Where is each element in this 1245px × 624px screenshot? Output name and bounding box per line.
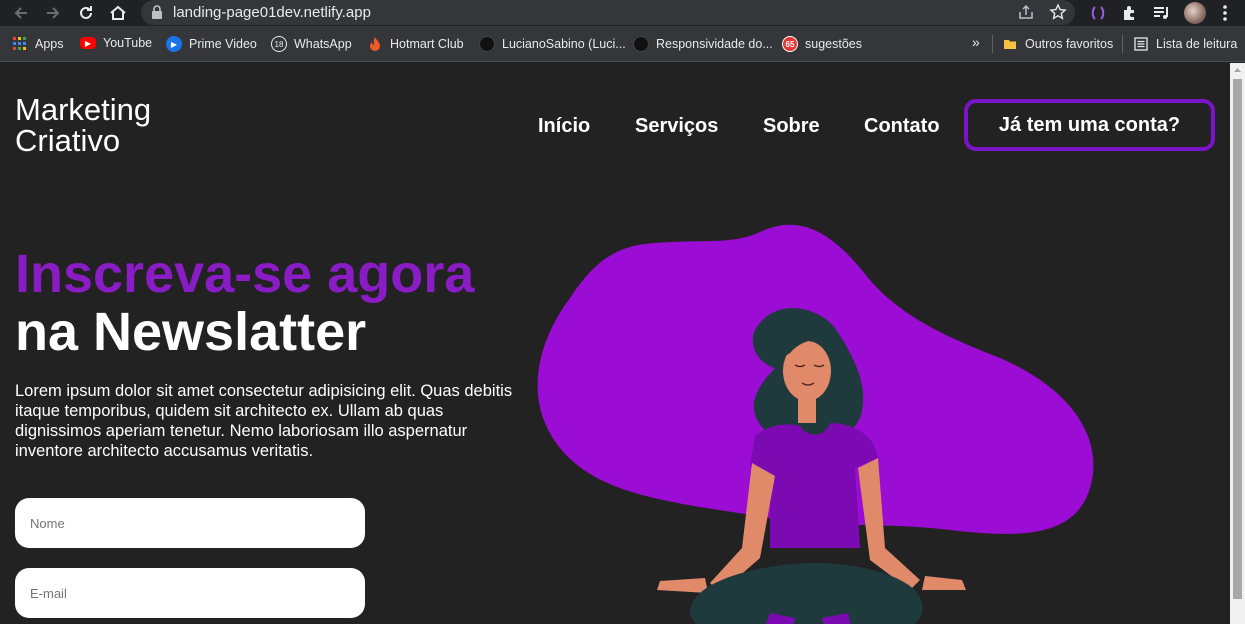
whatsapp-icon: 18 <box>271 36 287 52</box>
bookmark-label: Responsividade do... <box>656 37 773 51</box>
hotmart-icon <box>367 36 383 52</box>
logo-line-2: Criativo <box>15 123 121 158</box>
folder-icon <box>1002 36 1018 52</box>
star-icon[interactable] <box>1049 3 1067 21</box>
nav-link-contato[interactable]: Contato <box>864 115 940 138</box>
nav-link-sobre[interactable]: Sobre <box>763 115 820 138</box>
bookmark-label: Lista de leitura <box>1156 37 1238 51</box>
share-icon[interactable] <box>1017 3 1035 21</box>
bookmark-youtube[interactable]: ▶ YouTube <box>80 36 152 50</box>
bookmark-label: sugestões <box>805 37 862 51</box>
bookmark-github-luciano[interactable]: LucianoSabino (Luci... <box>479 36 626 52</box>
arrow-left-icon <box>14 7 27 19</box>
reload-button[interactable] <box>75 2 97 24</box>
scrollbar-thumb[interactable] <box>1233 79 1242 599</box>
bookmark-apps[interactable]: Apps <box>12 36 64 52</box>
bookmark-label: Prime Video <box>189 37 257 51</box>
nav-link-servicos[interactable]: Serviços <box>635 115 718 138</box>
browser-toolbar: landing-page01dev.netlify.app <box>0 0 1245 26</box>
arrow-right-icon <box>47 7 60 19</box>
bookmarks-bar: Apps ▶ YouTube ▶ Prime Video 18 WhatsApp… <box>0 26 1245 62</box>
bookmark-prime-video[interactable]: ▶ Prime Video <box>166 36 257 52</box>
hero-description: Lorem ipsum dolor sit amet consectetur a… <box>15 382 513 460</box>
bookmark-github-responsividade[interactable]: Responsividade do... <box>633 36 773 52</box>
login-button[interactable]: Já tem uma conta? <box>964 99 1215 151</box>
lock-icon <box>152 5 162 19</box>
address-bar[interactable]: landing-page01dev.netlify.app <box>141 0 1075 25</box>
url-text: landing-page01dev.netlify.app <box>173 4 371 21</box>
separator <box>992 35 993 53</box>
github-icon <box>479 36 495 52</box>
name-input[interactable] <box>15 498 365 548</box>
bookmark-other-favorites[interactable]: Outros favoritos <box>1002 36 1113 52</box>
reload-icon <box>80 6 92 19</box>
bookmark-sugestoes[interactable]: 65 sugestões <box>782 36 862 52</box>
home-button[interactable] <box>107 2 129 24</box>
scroll-up-arrow-icon[interactable] <box>1230 63 1245 77</box>
github-icon <box>633 36 649 52</box>
prime-video-icon: ▶ <box>166 36 182 52</box>
bookmark-label: Outros favoritos <box>1025 37 1114 51</box>
bookmark-label: LucianoSabino (Luci... <box>502 37 626 51</box>
bookmarks-overflow-button[interactable]: » <box>972 34 980 50</box>
bookmark-hotmart[interactable]: Hotmart Club <box>367 36 464 52</box>
site-logo[interactable]: Marketing Criativo <box>15 94 151 156</box>
bookmark-whatsapp[interactable]: 18 WhatsApp <box>271 36 352 52</box>
profile-avatar[interactable] <box>1184 2 1206 24</box>
bookmark-label: Apps <box>35 37 64 51</box>
separator <box>1122 35 1123 53</box>
logo-line-1: Marketing <box>15 92 152 127</box>
reading-list-icon <box>1133 36 1149 52</box>
nav-link-inicio[interactable]: Início <box>538 115 590 138</box>
email-input[interactable] <box>15 568 365 618</box>
overflow-chevron-icon: » <box>972 34 980 50</box>
meditation-illustration <box>537 224 1094 624</box>
puzzle-icon[interactable] <box>1120 3 1140 23</box>
page-scrollbar[interactable] <box>1230 63 1245 624</box>
apps-grid-icon <box>12 36 28 52</box>
home-icon <box>110 5 126 20</box>
kebab-menu-icon[interactable] <box>1218 3 1232 23</box>
landing-page: Marketing Criativo Início Serviços Sobre… <box>0 63 1230 624</box>
hero-title-accent: Inscreva-se agora <box>15 244 475 304</box>
media-control-icon[interactable] <box>1152 3 1172 23</box>
reading-list-button[interactable]: Lista de leitura <box>1133 36 1237 52</box>
bookmark-label: YouTube <box>103 36 153 50</box>
bookmark-label: WhatsApp <box>294 37 352 51</box>
hero-title: na Newslatter <box>15 302 367 362</box>
forward-button[interactable] <box>42 2 64 24</box>
youtube-icon: ▶ <box>80 37 96 49</box>
bookmark-label: Hotmart Club <box>390 37 464 51</box>
badge-icon: 65 <box>782 36 798 52</box>
extension-brackets-icon[interactable] <box>1088 3 1108 23</box>
back-button[interactable] <box>10 2 32 24</box>
